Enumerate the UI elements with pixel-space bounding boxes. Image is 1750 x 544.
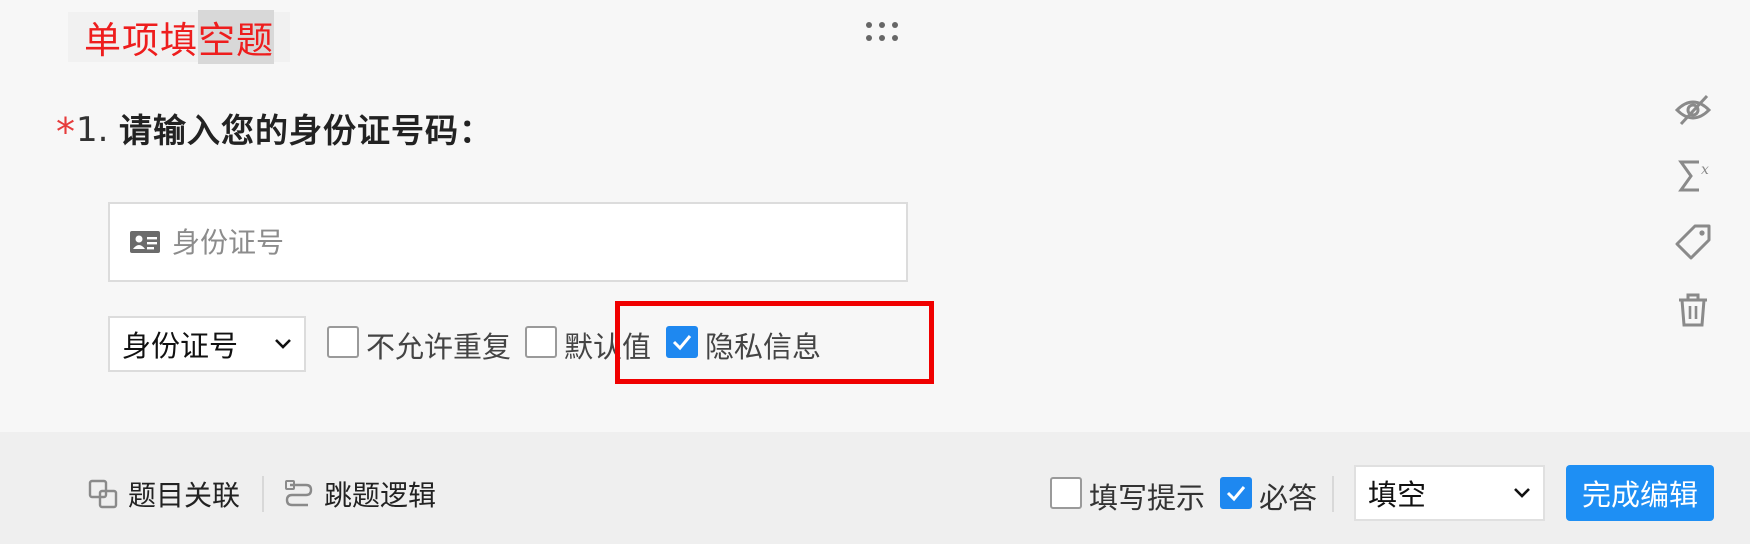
validation-type-value: 身份证号 [122,329,239,363]
trash-icon[interactable] [1673,290,1713,330]
skip-logic-label: 跳题逻辑 [324,479,437,512]
question-type-value: 填空 [1368,478,1427,512]
question-type-select[interactable]: 填空 [1354,465,1545,521]
footer-divider [262,476,264,512]
svg-text:x: x [1701,162,1709,178]
link-squares-icon [88,479,118,509]
footer-divider [1332,476,1334,512]
tag-icon[interactable] [1673,222,1713,262]
section-title[interactable]: 单项填 空题 [68,10,290,64]
no-duplicate-label[interactable]: 不允许重复 [366,324,511,366]
skip-logic-link[interactable]: 跳题逻辑 [284,474,436,514]
id-card-icon [130,231,160,253]
question-number: 1. [76,110,109,150]
id-number-field[interactable] [108,202,908,282]
no-duplicate-checkbox[interactable] [327,326,359,358]
required-checkbox[interactable] [1220,477,1252,509]
eye-off-icon[interactable] [1673,90,1713,130]
question-title[interactable]: 请输入您的身份证号码： [119,104,493,152]
section-title-highlight: 空题 [198,10,274,64]
chevron-down-icon [1514,488,1530,498]
default-value-checkbox[interactable] [525,326,557,358]
finish-editing-button[interactable]: 完成编辑 [1566,465,1714,521]
validation-type-select[interactable]: 身份证号 [108,316,306,372]
required-label[interactable]: 必答 [1259,475,1317,517]
sigma-x-icon[interactable]: x [1673,156,1713,196]
question-association-link[interactable]: 题目关联 [88,474,240,514]
check-icon [1226,486,1246,502]
id-number-input[interactable] [172,204,906,280]
required-star: * [56,110,75,154]
skip-logic-icon [285,480,313,507]
chevron-down-icon [275,339,291,349]
fill-hint-checkbox[interactable] [1050,477,1082,509]
section-title-text: 单项填 [84,19,198,62]
question-association-label: 题目关联 [128,479,241,512]
drag-handle-icon[interactable] [866,22,900,44]
fill-hint-label[interactable]: 填写提示 [1089,475,1205,517]
highlight-annotation-box [615,301,934,384]
